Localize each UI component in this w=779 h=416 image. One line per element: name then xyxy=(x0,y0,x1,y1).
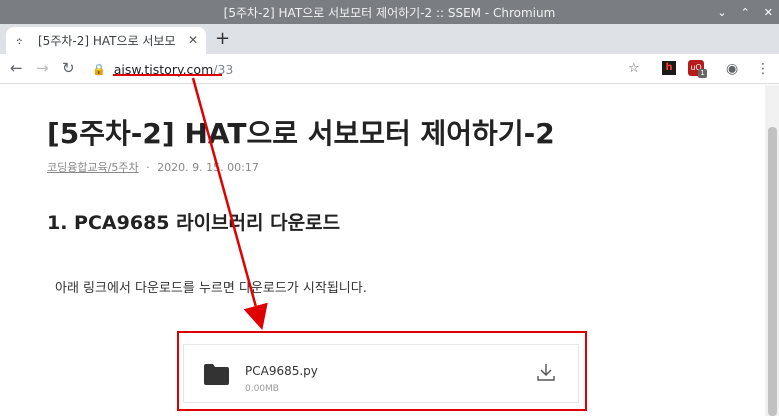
annotation-arrow xyxy=(191,77,268,331)
